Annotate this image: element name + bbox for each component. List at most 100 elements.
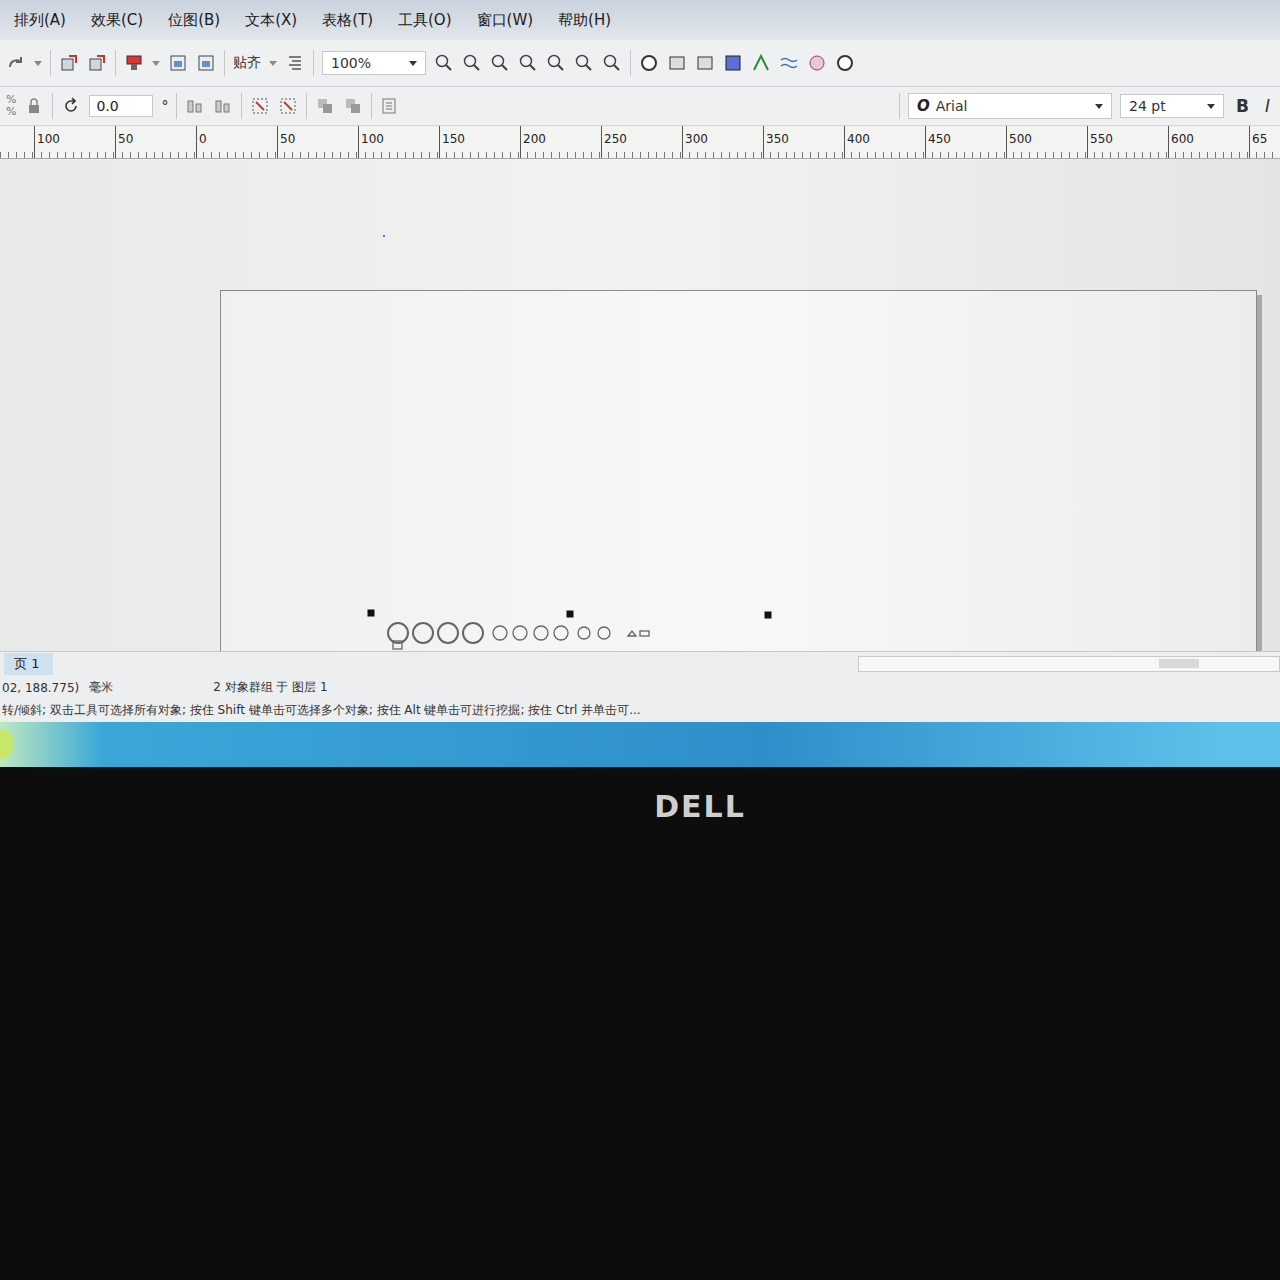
selection-handle[interactable] xyxy=(368,610,375,617)
circle-row[interactable] xyxy=(388,623,649,649)
menu-item[interactable]: 文本(X) xyxy=(245,11,297,30)
percent-label: % xyxy=(6,94,16,106)
ruler-label: 0 xyxy=(196,126,277,158)
export-icon[interactable] xyxy=(87,53,107,73)
distribute-icon[interactable] xyxy=(213,96,233,116)
percent-label: % xyxy=(6,106,16,118)
convert-icon[interactable] xyxy=(380,96,400,116)
selection-info: 2 对象群组 于 图层 1 xyxy=(213,679,328,696)
redo-icon[interactable] xyxy=(6,53,26,73)
import-icon[interactable] xyxy=(59,53,79,73)
monitor-bezel: DELL xyxy=(0,767,1280,1280)
menu-item[interactable]: 帮助(H) xyxy=(558,11,611,30)
globe-icon[interactable] xyxy=(807,53,827,73)
page-tab[interactable]: 页 1 xyxy=(4,653,53,675)
zoom-selected-icon[interactable] xyxy=(490,53,510,73)
ruler-label: 65 xyxy=(1249,126,1269,158)
property-bar: %% 0.0 ° OArial 24 pt BI xyxy=(0,87,1280,126)
bitmap-icon[interactable] xyxy=(667,53,687,73)
degree-label: ° xyxy=(161,98,168,114)
separator xyxy=(313,50,314,76)
zoom-page-icon[interactable] xyxy=(546,53,566,73)
front-icon[interactable] xyxy=(315,96,335,116)
ruler-label: 450 xyxy=(925,126,1006,158)
zoom-out-icon[interactable] xyxy=(462,53,482,73)
menu-item[interactable]: 表格(T) xyxy=(322,11,373,30)
menu-item[interactable]: 工具(O) xyxy=(398,11,452,30)
ruler-label: 200 xyxy=(520,126,601,158)
separator xyxy=(241,93,242,119)
start-button[interactable] xyxy=(0,729,14,759)
zoom-level-field[interactable]: 100% xyxy=(322,51,426,75)
dropdown-icon[interactable] xyxy=(34,61,42,66)
font-field[interactable]: OArial xyxy=(908,93,1112,119)
unit-label: 毫米 xyxy=(89,679,113,696)
group-icon[interactable] xyxy=(250,96,270,116)
percent-labels: %% xyxy=(6,94,16,118)
rotation-field[interactable]: 0.0 xyxy=(89,95,153,117)
selection-handle[interactable] xyxy=(567,611,574,618)
lock-icon[interactable] xyxy=(24,96,44,116)
snap-dropdown[interactable]: 贴齐 xyxy=(233,54,261,72)
standard-toolbar: 贴齐 100% xyxy=(0,40,1280,87)
dropdown-icon[interactable] xyxy=(269,61,277,66)
italic-button[interactable]: I xyxy=(1261,96,1274,116)
align-icon[interactable] xyxy=(185,96,205,116)
status-bar: 页 102, 188.775)毫米2 对象群组 于 图层 1转/倾斜; 双击工具… xyxy=(0,651,1280,722)
launch-icon[interactable] xyxy=(196,53,216,73)
ruler-label: 600 xyxy=(1168,126,1249,158)
scrollbar-thumb[interactable] xyxy=(1159,659,1199,668)
separator xyxy=(306,93,307,119)
taskbar xyxy=(0,722,1280,767)
ungroup-icon[interactable] xyxy=(278,96,298,116)
dropdown-icon[interactable] xyxy=(409,61,417,66)
square-icon[interactable] xyxy=(695,53,715,73)
ruler-label: 50 xyxy=(115,126,196,158)
opentype-icon: O xyxy=(917,97,930,115)
separator xyxy=(115,50,116,76)
menu-item[interactable]: 排列(A) xyxy=(14,11,66,30)
ring-icon[interactable] xyxy=(835,53,855,73)
screen: 排列(A) 效果(C) 位图(B) 文本(X) 表格(T) 工具(O) 窗口(W) 帮助(H)… xyxy=(0,0,1280,1280)
zoom-in-icon[interactable] xyxy=(434,53,454,73)
separator xyxy=(899,93,900,119)
separator xyxy=(224,50,225,76)
ruler-label: 150 xyxy=(439,126,520,158)
horizontal-scrollbar[interactable] xyxy=(858,656,1280,672)
menu-item[interactable]: 窗口(W) xyxy=(477,11,534,30)
menu-item[interactable]: 位图(B) xyxy=(168,11,220,30)
bold-button[interactable]: B xyxy=(1232,96,1253,116)
artwork-group[interactable]: × xyxy=(361,603,781,651)
zoom-width-icon[interactable] xyxy=(574,53,594,73)
ruler-label: 250 xyxy=(601,126,682,158)
menu-item[interactable]: 效果(C) xyxy=(91,11,143,30)
ruler-label: 100 xyxy=(34,126,115,158)
page[interactable]: × xyxy=(220,290,1257,651)
separator xyxy=(50,50,51,76)
selection-handle[interactable] xyxy=(765,612,772,619)
ruler-label: 300 xyxy=(682,126,763,158)
waves-icon[interactable] xyxy=(779,53,799,73)
zoom-height-icon[interactable] xyxy=(602,53,622,73)
dropdown-icon[interactable] xyxy=(152,61,160,66)
drawing-canvas[interactable]: × xyxy=(0,159,1280,651)
separator xyxy=(52,93,53,119)
nodes-icon[interactable] xyxy=(751,53,771,73)
ruler-label: 50 xyxy=(277,126,358,158)
dropdown-icon[interactable] xyxy=(1207,104,1215,109)
zoom-all-icon[interactable] xyxy=(518,53,538,73)
circle-icon[interactable] xyxy=(639,53,659,73)
ruler-label: 350 xyxy=(763,126,844,158)
page-navigator: 页 1 xyxy=(0,652,1280,677)
status-info: 02, 188.775)毫米2 对象群组 于 图层 1 xyxy=(0,677,1280,699)
publish-icon[interactable] xyxy=(168,53,188,73)
font-size-field[interactable]: 24 pt xyxy=(1120,94,1224,118)
rotate-icon xyxy=(61,96,81,116)
separator xyxy=(371,93,372,119)
color-grid-icon[interactable] xyxy=(723,53,743,73)
application-launcher-icon[interactable] xyxy=(124,53,144,73)
options-icon[interactable] xyxy=(285,53,305,73)
stray-dot xyxy=(383,235,385,237)
back-icon[interactable] xyxy=(343,96,363,116)
dropdown-icon[interactable] xyxy=(1095,104,1103,109)
